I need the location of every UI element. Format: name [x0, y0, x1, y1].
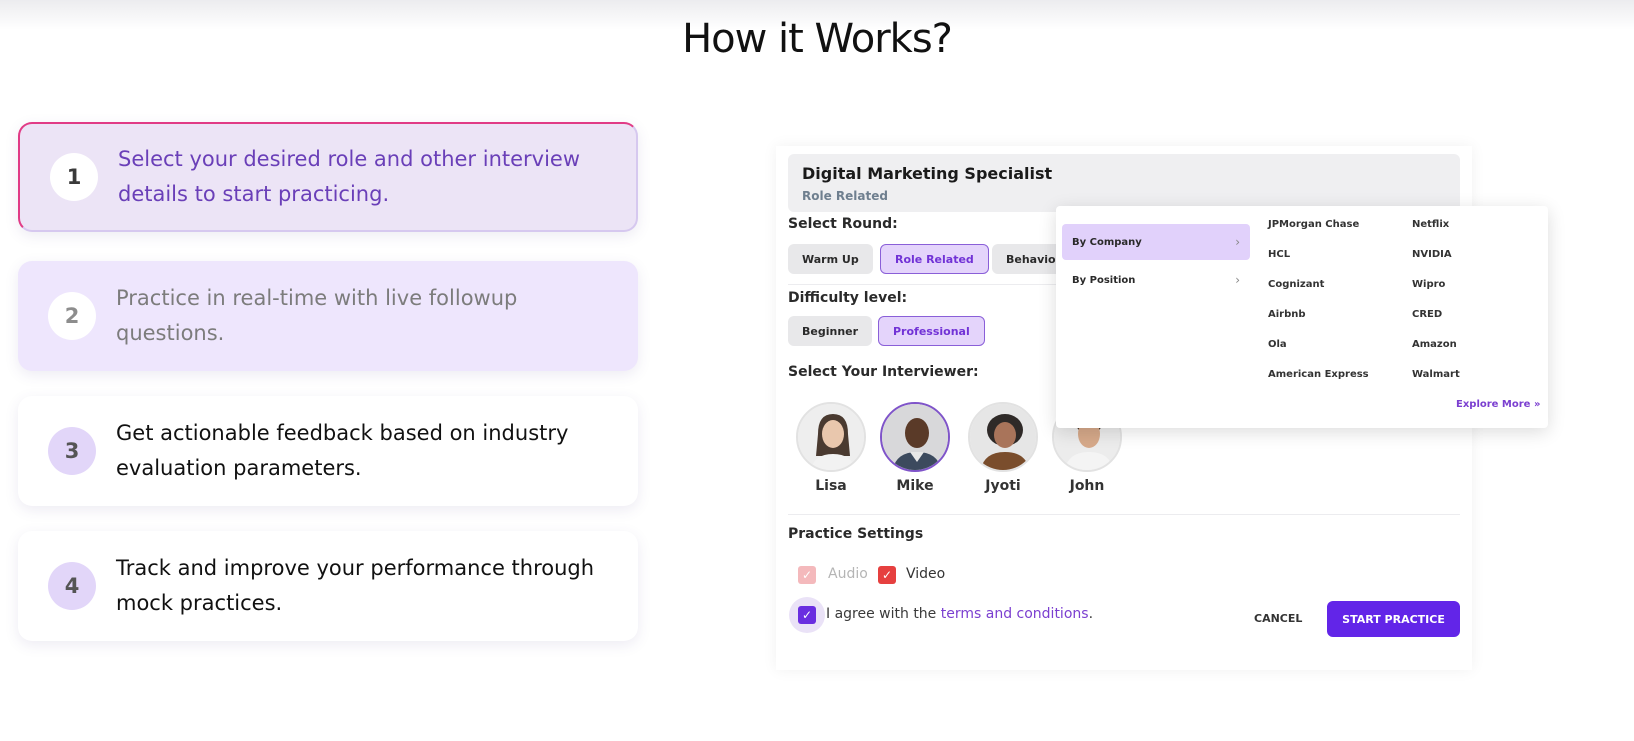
- check-icon: ✓: [801, 568, 813, 582]
- company-walmart[interactable]: Walmart: [1412, 369, 1460, 380]
- round-chip-role-related[interactable]: Role Related: [880, 244, 989, 274]
- agree-text: I agree with the terms and conditions.: [826, 606, 1093, 622]
- company-cognizant[interactable]: Cognizant: [1268, 279, 1324, 290]
- step-number: 3: [48, 427, 96, 475]
- person-icon: [882, 404, 948, 470]
- agree-checkbox[interactable]: ✓: [798, 606, 816, 624]
- interviewer-name: Jyoti: [985, 478, 1021, 494]
- avatar-lisa[interactable]: [796, 402, 866, 472]
- video-label: Video: [906, 566, 946, 582]
- step-card-4[interactable]: 4 Track and improve your performance thr…: [18, 531, 638, 641]
- explore-more-link[interactable]: Explore More »: [1456, 399, 1540, 410]
- company-hcl[interactable]: HCL: [1268, 249, 1290, 260]
- company-american-express[interactable]: American Express: [1268, 369, 1369, 380]
- step-card-3[interactable]: 3 Get actionable feedback based on indus…: [18, 396, 638, 506]
- avatar-mike[interactable]: [880, 402, 950, 472]
- select-round-label: Select Round:: [788, 216, 898, 232]
- person-icon: [798, 404, 864, 470]
- agree-suffix: .: [1088, 606, 1094, 622]
- company-amazon[interactable]: Amazon: [1412, 339, 1457, 350]
- page-title: How it Works?: [682, 16, 953, 62]
- start-practice-button[interactable]: START PRACTICE: [1327, 601, 1460, 637]
- role-dropdown: By Company › By Position › JPMorgan Chas…: [1056, 206, 1548, 428]
- company-jpmorgan-chase[interactable]: JPMorgan Chase: [1268, 219, 1359, 230]
- company-cred[interactable]: CRED: [1412, 309, 1442, 320]
- interviewer-name: Mike: [896, 478, 934, 494]
- role-title: Digital Marketing Specialist: [802, 164, 1053, 183]
- company-airbnb[interactable]: Airbnb: [1268, 309, 1306, 320]
- practice-settings-label: Practice Settings: [788, 526, 924, 542]
- dropdown-item-label: By Position: [1072, 274, 1136, 286]
- interviewer-label: Select Your Interviewer:: [788, 364, 979, 380]
- step-card-2[interactable]: 2 Practice in real-time with live follow…: [18, 261, 638, 371]
- company-wipro[interactable]: Wipro: [1412, 279, 1445, 290]
- difficulty-label: Difficulty level:: [788, 290, 908, 306]
- round-chip-warm-up[interactable]: Warm Up: [788, 244, 873, 274]
- chevron-right-icon: ›: [1235, 273, 1240, 287]
- dropdown-item-label: By Company: [1072, 236, 1142, 248]
- chevron-right-icon: ›: [1235, 235, 1240, 249]
- agree-prefix: I agree with the: [826, 606, 941, 622]
- interviewer-name: John: [1069, 478, 1105, 494]
- dropdown-item-by-position[interactable]: By Position ›: [1062, 262, 1250, 298]
- company-ola[interactable]: Ola: [1268, 339, 1287, 350]
- step-text: Select your desired role and other inter…: [118, 147, 581, 206]
- audio-checkbox[interactable]: ✓: [798, 566, 816, 584]
- step-number: 1: [50, 153, 98, 201]
- step-text: Track and improve your performance throu…: [116, 556, 595, 615]
- step-number: 2: [48, 292, 96, 340]
- role-subtitle: Role Related: [802, 189, 888, 203]
- cancel-button[interactable]: CANCEL: [1254, 612, 1302, 625]
- dropdown-item-by-company[interactable]: By Company ›: [1062, 224, 1250, 260]
- terms-link[interactable]: terms and conditions: [941, 606, 1089, 622]
- interviewer-name: Lisa: [815, 478, 847, 494]
- step-text: Get actionable feedback based on industr…: [116, 421, 569, 480]
- difficulty-chip-beginner[interactable]: Beginner: [788, 316, 873, 346]
- video-checkbox[interactable]: ✓: [878, 566, 896, 584]
- check-icon: ✓: [881, 568, 893, 582]
- role-header: Digital Marketing Specialist Role Relate…: [788, 154, 1460, 212]
- avatar-jyoti[interactable]: [968, 402, 1038, 472]
- step-text: Practice in real-time with live followup…: [116, 286, 518, 345]
- person-icon: [970, 404, 1036, 470]
- check-icon: ✓: [801, 608, 813, 622]
- audio-label: Audio: [828, 566, 868, 582]
- company-nvidia[interactable]: NVIDIA: [1412, 249, 1452, 260]
- divider: [788, 514, 1460, 515]
- step-card-1[interactable]: 1 Select your desired role and other int…: [18, 122, 638, 232]
- difficulty-chip-professional[interactable]: Professional: [878, 316, 985, 346]
- step-number: 4: [48, 562, 96, 610]
- company-netflix[interactable]: Netflix: [1412, 219, 1449, 230]
